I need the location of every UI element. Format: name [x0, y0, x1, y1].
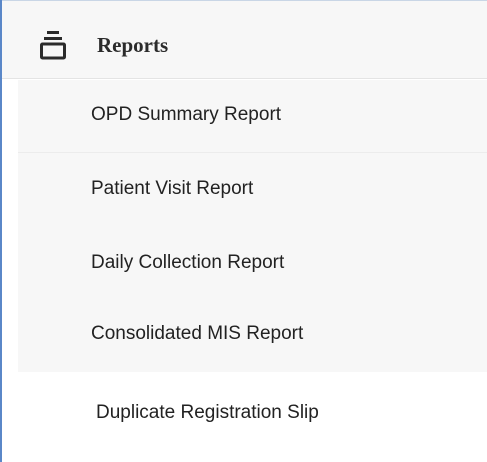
menu-item-duplicate-registration-slip[interactable]: Duplicate Registration Slip — [96, 401, 319, 425]
menu-item-opd-summary-report[interactable]: OPD Summary Report — [91, 103, 281, 127]
reports-section-title: Reports — [97, 33, 169, 57]
menu-item-consolidated-mis-report[interactable]: Consolidated MIS Report — [91, 322, 303, 346]
reports-section-header[interactable]: Reports — [2, 1, 487, 79]
report-stack-icon — [40, 31, 66, 60]
menu-item-daily-collection-report[interactable]: Daily Collection Report — [91, 251, 284, 275]
sidebar-menu: Reports OPD Summary Report Patient Visit… — [0, 0, 487, 462]
submenu-divider — [18, 152, 487, 153]
menu-item-patient-visit-report[interactable]: Patient Visit Report — [91, 177, 253, 201]
accent-border — [0, 0, 2, 462]
